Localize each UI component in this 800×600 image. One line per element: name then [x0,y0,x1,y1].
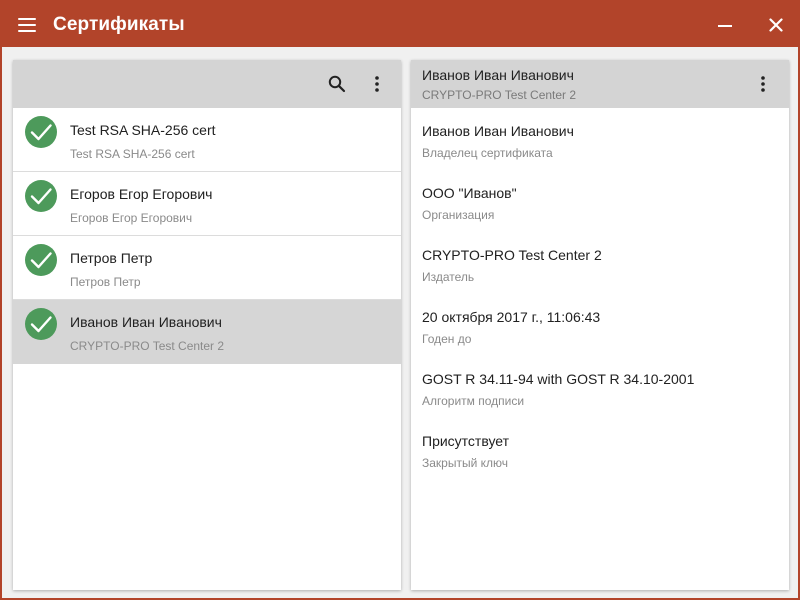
list-item[interactable]: Test RSA SHA-256 cert Test RSA SHA-256 c… [13,108,401,172]
field-valid-until: 20 октября 2017 г., 11:06:43 Годен до [422,309,600,346]
list-item-subtitle: CRYPTO-PRO Test Center 2 [70,339,225,353]
check-circle-icon [25,308,57,340]
field-private-key: Присутствует Закрытый ключ [422,433,509,470]
details-more-button[interactable] [751,72,775,96]
close-button[interactable] [762,11,790,39]
title-bar: Сертификаты [2,2,798,47]
minimize-button[interactable] [711,11,739,39]
field-label: Годен до [422,332,472,346]
field-label: Закрытый ключ [422,456,509,470]
check-circle-icon [25,180,57,212]
check-circle-icon [25,244,57,276]
list-item-subtitle: Егоров Егор Егорович [70,211,193,225]
list-item-title: Test RSA SHA-256 cert [70,122,216,138]
certificates-window: Сертификаты Test RSA SHA-256 cert Test R… [0,0,800,600]
more-vertical-icon [375,76,379,92]
field-value: ООО "Иванов" [422,185,517,201]
list-item-title: Иванов Иван Иванович [70,314,222,330]
field-label: Алгоритм подписи [422,394,525,408]
list-item-title: Петров Петр [70,250,153,266]
field-label: Владелец сертификата [422,146,553,160]
check-circle-icon [25,116,57,148]
close-icon [769,17,783,32]
certificate-list-panel: Test RSA SHA-256 cert Test RSA SHA-256 c… [13,60,401,590]
field-value: GOST R 34.11-94 with GOST R 34.10-2001 [422,371,695,387]
list-item[interactable]: Егоров Егор Егорович Егоров Егор Егорови… [13,172,401,236]
certificate-details-panel: Иванов Иван Иванович CRYPTO-PRO Test Cen… [411,60,789,590]
field-label: Издатель [422,270,475,284]
minimize-icon [718,24,732,27]
certificate-list: Test RSA SHA-256 cert Test RSA SHA-256 c… [13,108,401,364]
field-value: Присутствует [422,433,510,449]
field-value: 20 октября 2017 г., 11:06:43 [422,309,601,325]
field-label: Организация [422,208,495,222]
field-value: CRYPTO-PRO Test Center 2 [422,247,602,263]
list-item[interactable]: Петров Петр Петров Петр [13,236,401,300]
window-title: Сертификаты [53,13,185,35]
field-owner: Иванов Иван Иванович Владелец сертификат… [422,123,574,160]
field-signature-algorithm: GOST R 34.11-94 with GOST R 34.10-2001 А… [422,371,694,408]
hamburger-menu-icon[interactable] [18,17,36,32]
field-value: Иванов Иван Иванович [422,123,574,139]
details-header-name: Иванов Иван Иванович [422,67,574,83]
list-item-selected[interactable]: Иванов Иван Иванович CRYPTO-PRO Test Cen… [13,300,401,364]
field-issuer: CRYPTO-PRO Test Center 2 Издатель [422,247,602,284]
field-organization: ООО "Иванов" Организация [422,185,517,222]
list-more-button[interactable] [365,72,389,96]
list-toolbar [13,60,401,108]
list-item-title: Егоров Егор Егорович [70,186,213,202]
list-item-subtitle: Петров Петр [70,275,141,289]
details-header: Иванов Иван Иванович CRYPTO-PRO Test Cen… [411,60,789,108]
search-icon [328,75,346,93]
list-item-subtitle: Test RSA SHA-256 cert [70,147,195,161]
search-button[interactable] [325,72,349,96]
details-header-issuer: CRYPTO-PRO Test Center 2 [422,88,577,102]
more-vertical-icon [761,76,765,92]
